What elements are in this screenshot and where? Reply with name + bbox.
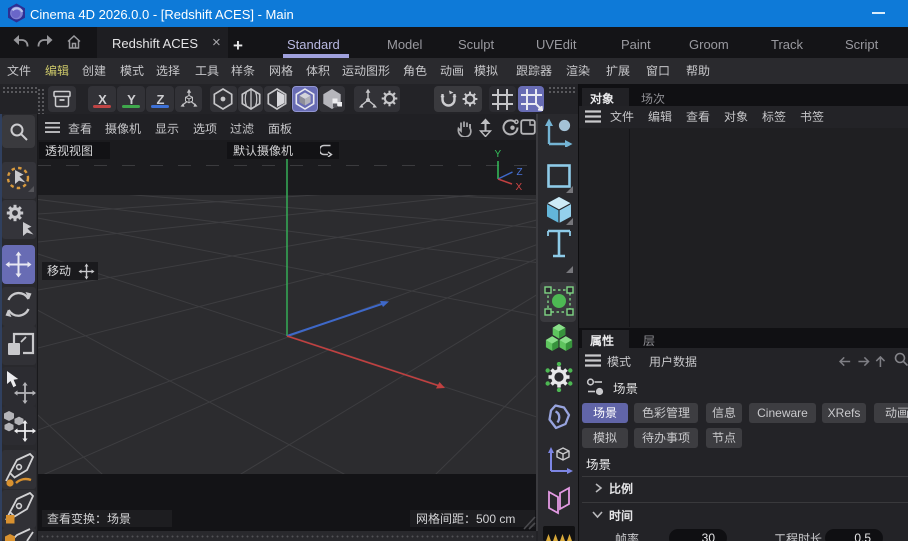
svg-text:X: X	[516, 182, 523, 192]
svg-text:Y: Y	[495, 149, 502, 160]
svg-text:Z: Z	[517, 167, 523, 178]
